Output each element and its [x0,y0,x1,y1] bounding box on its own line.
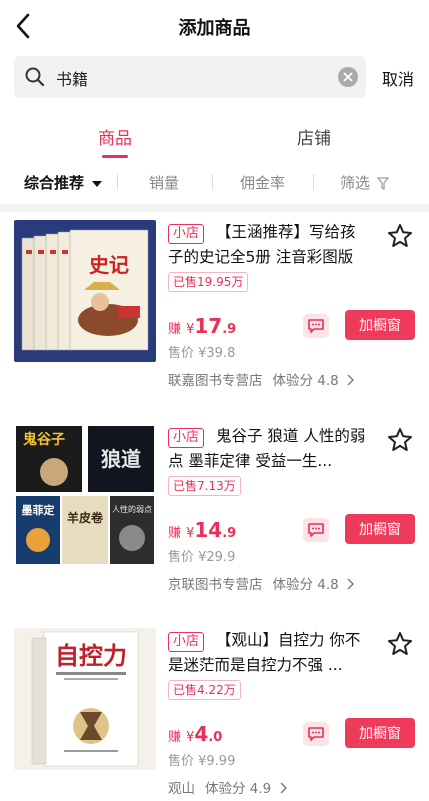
cover-title: 史记 [89,253,129,277]
earn-label: 赚 [168,730,182,745]
sold-count-badge: 已售4.22万 [168,680,241,700]
earn-decimal: .0 [208,730,223,745]
add-to-showcase-button[interactable]: 加橱窗 [345,310,415,340]
section-divider [0,204,429,212]
sold-count-badge: 已售19.95万 [168,272,249,292]
cover-title: 人性的弱点 [112,504,152,514]
header-bar: 添加商品 [0,0,429,52]
product-image[interactable]: 自控力 [14,628,156,770]
filter-sales[interactable]: 销量 [149,172,179,193]
earn-label: 赚 [168,526,182,541]
tab-bar: 商品 店铺 [0,112,429,160]
filter-recommended-label: 综合推荐 [24,174,85,192]
cover-title: 自控力 [55,641,127,670]
sale-price: 售价 ¥39.8 [168,346,236,361]
page-title: 添加商品 [178,18,251,39]
store-name: 观山 [168,781,195,797]
star-icon [388,428,412,451]
earn-label: 赚 [168,322,182,337]
earn-decimal: .9 [222,526,237,541]
filter-screen-label: 筛选 [340,174,371,192]
add-to-showcase-button[interactable]: 加橱窗 [345,514,415,544]
commission-earn: 赚 ¥17.9 [168,314,236,338]
commission-earn: 赚 ¥14.9 [168,518,236,542]
filter-divider [117,174,118,190]
message-button[interactable] [303,518,329,542]
chat-bubble-icon [308,319,324,333]
experience-score: 体验分 4.8 [272,373,339,389]
filter-screen[interactable]: 筛选 [340,172,390,193]
star-icon [388,632,412,655]
experience-score: 体验分 4.9 [205,781,272,797]
product-title[interactable]: 【王涵推荐】写给孩子的史记全5册 注音彩图版 [168,220,368,270]
experience-score: 体验分 4.8 [272,577,339,593]
product-title[interactable]: 鬼谷子 狼道 人性的弱点 墨菲定律 受益一生... [168,424,368,474]
funnel-icon [376,177,390,190]
store-info[interactable]: 观山 体验分 4.9 [168,777,287,797]
earn-integer: 4 [194,722,209,746]
product-card[interactable]: 鬼谷子 狼道 墨菲定 羊皮卷 人性的弱点 小店 鬼谷子 狼道 人性的弱点 墨菲定… [0,424,429,624]
product-image[interactable]: 史记 [14,220,156,362]
filter-divider [313,174,314,190]
book-cover-image: 史记 [14,220,156,362]
clear-search-button[interactable] [338,67,358,87]
star-icon [388,224,412,247]
search-query: 书籍 [56,70,89,89]
book-cover-image: 鬼谷子 狼道 墨菲定 羊皮卷 人性的弱点 [14,424,156,566]
earn-integer: 17 [194,314,223,338]
chevron-right-icon [280,782,287,794]
active-tab-indicator [102,155,128,158]
chat-bubble-icon [308,727,324,741]
caret-down-icon [92,180,103,187]
product-card[interactable]: 史记 小店 【王涵推荐】写给孩子的史记全5册 注音彩图版 已售19.95万 赚 … [0,220,429,420]
favorite-button[interactable] [386,426,414,454]
close-icon [343,72,353,82]
favorite-button[interactable] [386,630,414,658]
search-input[interactable]: 书籍 [14,56,366,98]
tab-products[interactable]: 商品 [98,124,132,149]
chevron-right-icon [347,374,355,386]
cover-title: 羊皮卷 [67,510,104,525]
cover-title: 鬼谷子 [23,431,65,448]
search-row: 书籍 取消 [14,56,415,98]
sale-price: 售价 ¥29.9 [168,550,236,565]
product-title[interactable]: 【观山】自控力 你不是迷茫而是自控力不强 ... [168,628,368,678]
store-info[interactable]: 联嘉图书专营店 体验分 4.8 [168,369,355,389]
message-button[interactable] [303,722,329,746]
earn-decimal: .9 [222,322,237,337]
book-cover-image: 自控力 [14,628,156,770]
filter-divider [212,174,213,190]
sale-price: 售价 ¥9.99 [168,754,236,769]
cancel-button[interactable]: 取消 [382,66,414,90]
filter-commission[interactable]: 佣金率 [240,172,285,193]
tab-stores[interactable]: 店铺 [297,124,331,149]
filter-recommended[interactable]: 综合推荐 [24,172,103,193]
search-icon [25,67,45,87]
store-info[interactable]: 京联图书专营店 体验分 4.8 [168,573,355,593]
store-name: 京联图书专营店 [168,577,263,593]
chat-bubble-icon [308,523,324,537]
message-button[interactable] [303,314,329,338]
earn-integer: 14 [194,518,223,542]
filter-bar: 综合推荐 销量 佣金率 筛选 [0,168,429,196]
favorite-button[interactable] [386,222,414,250]
cover-title: 狼道 [101,447,141,471]
sold-count-badge: 已售7.13万 [168,476,241,496]
product-image[interactable]: 鬼谷子 狼道 墨菲定 羊皮卷 人性的弱点 [14,424,156,566]
chevron-right-icon [347,578,355,590]
product-card[interactable]: 自控力 小店 【观山】自控力 你不是迷茫而是自控力不强 ... 已售4.22万 … [0,628,429,801]
cover-title: 墨菲定 [22,503,55,517]
add-to-showcase-button[interactable]: 加橱窗 [345,718,415,748]
store-name: 联嘉图书专营店 [168,373,263,389]
commission-earn: 赚 ¥4.0 [168,722,222,746]
